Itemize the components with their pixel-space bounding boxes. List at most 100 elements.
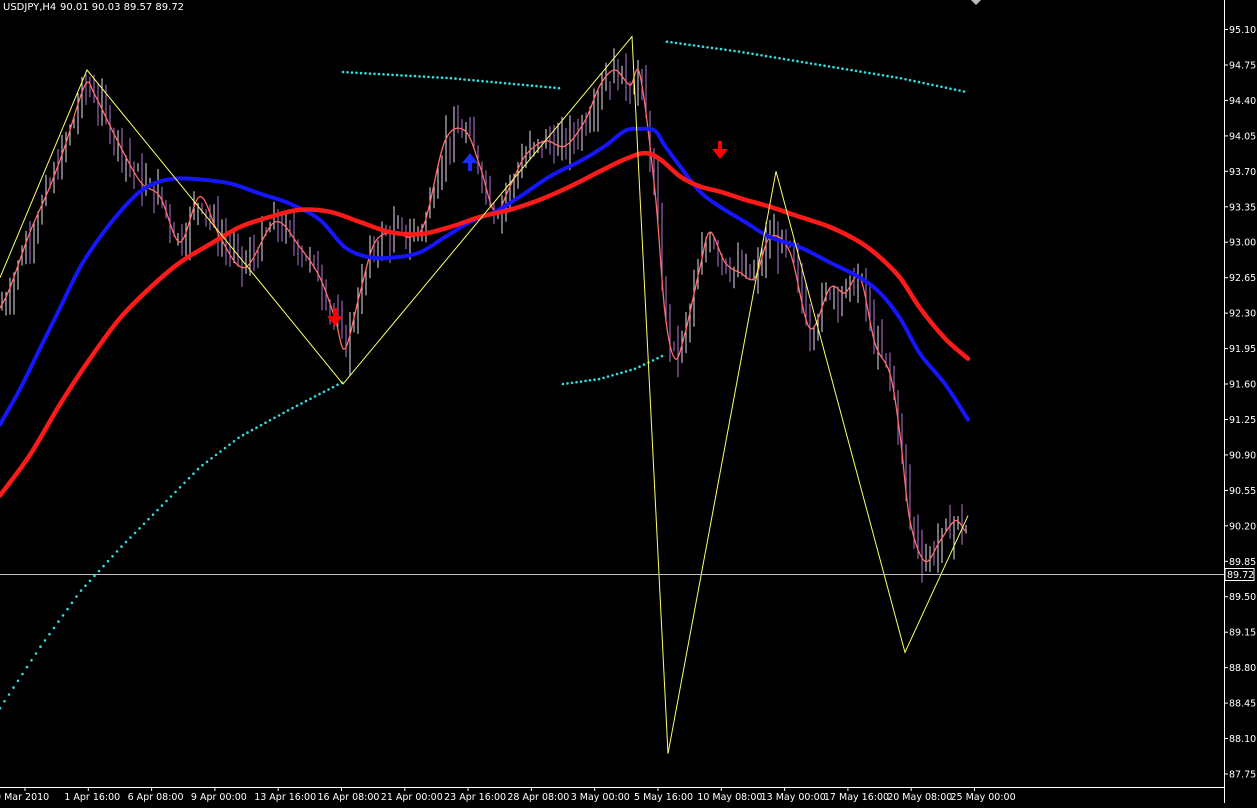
time-tick-label: 25 May 00:00 bbox=[951, 792, 1016, 803]
sar-dot bbox=[34, 652, 38, 655]
sar-dot bbox=[43, 639, 47, 642]
sar-dot bbox=[935, 84, 939, 88]
sar-dot bbox=[836, 66, 840, 70]
sar-dot bbox=[674, 41, 678, 45]
sar-dot bbox=[30, 659, 33, 662]
sar-dot bbox=[517, 83, 520, 86]
time-tick-label: 13 May 00:00 bbox=[761, 792, 826, 803]
sar-dot bbox=[52, 626, 56, 630]
sar-dot bbox=[913, 79, 916, 83]
sar-dot bbox=[823, 64, 826, 67]
sar-dot bbox=[800, 60, 804, 64]
sar-dot bbox=[958, 89, 961, 92]
sar-dot bbox=[142, 522, 146, 526]
sar-dot bbox=[746, 51, 750, 55]
sar-dot bbox=[566, 382, 569, 385]
sar-dot bbox=[796, 59, 799, 63]
sar-dot bbox=[88, 579, 92, 583]
sar-dot bbox=[228, 443, 231, 447]
sar-dot bbox=[791, 59, 795, 62]
sar-dot bbox=[611, 374, 614, 377]
sar-dot bbox=[422, 75, 426, 78]
sar-dot bbox=[710, 46, 714, 50]
sar-dot bbox=[178, 486, 182, 489]
sar-dot bbox=[575, 380, 578, 384]
price-tick-label: 88.45 bbox=[1229, 699, 1256, 710]
sar-dot bbox=[724, 48, 727, 52]
sar-dot bbox=[75, 595, 78, 598]
sar-dot bbox=[593, 378, 596, 382]
sar-dot bbox=[904, 78, 907, 81]
sar-dot bbox=[472, 79, 475, 82]
sar-dot bbox=[908, 78, 912, 82]
sar-dot bbox=[156, 508, 159, 512]
price-tick-label: 89.50 bbox=[1229, 592, 1256, 603]
sar-dot bbox=[962, 90, 966, 93]
sar-dot bbox=[570, 381, 574, 385]
sar-dot bbox=[733, 49, 736, 53]
sar-dot bbox=[548, 86, 552, 89]
price-tick-label: 95.10 bbox=[1229, 25, 1256, 36]
sar-dot bbox=[368, 72, 372, 75]
sar-dot bbox=[97, 569, 101, 573]
sar-dot bbox=[138, 527, 141, 530]
sar-dot bbox=[120, 545, 123, 548]
sar-dot bbox=[246, 431, 249, 434]
sar-dot bbox=[341, 70, 345, 74]
price-tick-label: 89.85 bbox=[1229, 557, 1256, 568]
sar-dot bbox=[291, 406, 294, 410]
sar-dot bbox=[886, 74, 889, 78]
sar-dot bbox=[174, 490, 177, 494]
time-tick-label: 20 May 08:00 bbox=[887, 792, 952, 803]
sar-dot bbox=[273, 416, 276, 420]
sar-dot bbox=[336, 383, 339, 387]
sar-dot bbox=[670, 41, 673, 44]
sar-dot bbox=[895, 76, 898, 79]
sar-dot bbox=[309, 397, 312, 401]
sar-dot bbox=[400, 74, 403, 77]
time-tick-label: 21 Apr 00:00 bbox=[381, 792, 443, 803]
sar-dot bbox=[282, 411, 285, 415]
sar-dot bbox=[219, 450, 222, 453]
sar-dot bbox=[48, 632, 51, 636]
sar-dot bbox=[79, 589, 83, 592]
sar-dot bbox=[832, 65, 835, 69]
sar-dot bbox=[557, 86, 561, 90]
sar-dot bbox=[602, 376, 605, 380]
sar-dot bbox=[490, 80, 493, 84]
price-chart[interactable]: 95.10 94.75 94.40 94.05 93.70 93.35 93.00 92.65… bbox=[0, 0, 1257, 803]
sar-dot bbox=[409, 74, 412, 78]
time-tick-label: 23 Apr 16:00 bbox=[444, 792, 506, 803]
sar-dot bbox=[183, 481, 186, 485]
sar-dot bbox=[300, 402, 303, 405]
sar-dot bbox=[295, 404, 299, 408]
sar-dot bbox=[597, 377, 601, 381]
sar-dot bbox=[742, 51, 745, 54]
time-tick-label: 17 May 16:00 bbox=[824, 792, 889, 803]
price-tick-label: 88.10 bbox=[1229, 734, 1256, 745]
time-tick-label: 6 Apr 08:00 bbox=[128, 792, 184, 803]
price-tick-label: 93.35 bbox=[1229, 202, 1256, 213]
sar-dot bbox=[70, 601, 74, 605]
sar-dot bbox=[706, 46, 709, 49]
sar-dot bbox=[665, 40, 669, 43]
sar-dot bbox=[39, 645, 42, 648]
price-tick-label: 94.75 bbox=[1229, 61, 1256, 72]
sar-dot bbox=[133, 531, 137, 535]
price-tick-label: 88.80 bbox=[1229, 663, 1256, 674]
sar-dot bbox=[210, 457, 213, 460]
sar-dot bbox=[940, 85, 943, 89]
sar-dot bbox=[773, 56, 777, 59]
price-tick-label: 91.95 bbox=[1229, 344, 1256, 355]
sar-dot bbox=[755, 53, 759, 56]
sar-dot bbox=[485, 80, 489, 83]
sar-dot bbox=[476, 79, 480, 82]
sar-dot bbox=[818, 63, 822, 67]
sar-dot bbox=[111, 555, 114, 558]
sar-dot bbox=[454, 77, 457, 80]
chart-canvas[interactable]: 95.10 94.75 94.40 94.05 93.70 93.35 93.00 92.65… bbox=[0, 0, 1257, 803]
sar-dot bbox=[192, 472, 195, 476]
sar-dot bbox=[503, 81, 507, 85]
sar-dot bbox=[241, 433, 245, 437]
sar-dot bbox=[579, 380, 583, 383]
